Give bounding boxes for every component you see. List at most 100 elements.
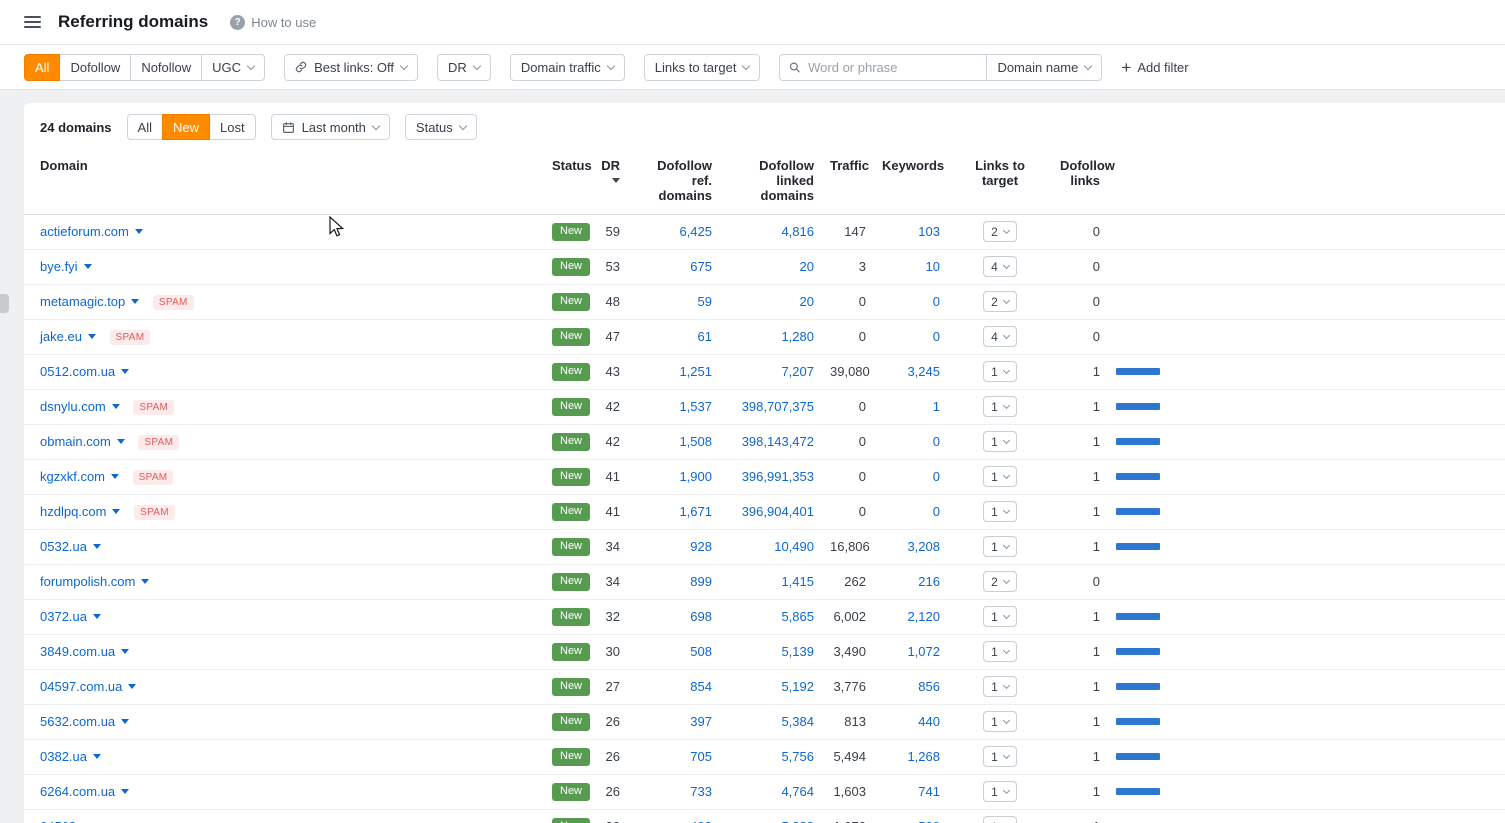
dofollow-ref-domains-link[interactable]: 1,537 (679, 399, 712, 414)
keywords-link[interactable]: 741 (918, 784, 940, 799)
dofollow-ref-domains-link[interactable]: 854 (690, 679, 712, 694)
links-to-target-select[interactable]: 1 (983, 501, 1017, 523)
domain-link[interactable]: 0382.ua (40, 749, 101, 764)
dofollow-ref-domains-link[interactable]: 675 (690, 259, 712, 274)
header-dofollow-links[interactable]: Dofollow links (1052, 151, 1115, 215)
header-dofollow-linked-domains[interactable]: Dofollow linked domains (720, 151, 822, 215)
domain-link[interactable]: 6264.com.ua (40, 784, 130, 799)
toggle-all-button[interactable]: All (126, 114, 163, 140)
header-dofollow-ref-domains[interactable]: Dofollow ref. domains (628, 151, 720, 215)
header-dr[interactable]: DR (590, 151, 628, 215)
header-links-to-target[interactable]: Links to target (948, 151, 1052, 215)
dofollow-ref-domains-link[interactable]: 59 (698, 294, 712, 309)
links-to-target-select[interactable]: 1 (983, 676, 1017, 698)
keywords-link[interactable]: 10 (926, 259, 940, 274)
dofollow-ref-domains-link[interactable]: 61 (698, 329, 712, 344)
add-filter-button[interactable]: + Add filter (1121, 59, 1188, 76)
links-to-target-select[interactable]: 1 (983, 431, 1017, 453)
keywords-link[interactable]: 2,120 (907, 609, 940, 624)
dofollow-linked-domains-link[interactable]: 398,707,375 (742, 399, 814, 414)
keywords-link[interactable]: 440 (918, 714, 940, 729)
dofollow-ref-domains-link[interactable]: 928 (690, 539, 712, 554)
dr-filter-dropdown[interactable]: DR (437, 53, 491, 81)
links-to-target-select[interactable]: 1 (983, 536, 1017, 558)
keywords-link[interactable]: 1,072 (907, 644, 940, 659)
dofollow-linked-domains-link[interactable]: 20 (800, 294, 814, 309)
links-to-target-select[interactable]: 1 (983, 816, 1017, 823)
best-links-dropdown[interactable]: Best links: Off (284, 53, 419, 81)
toggle-lost-button[interactable]: Lost (209, 114, 256, 140)
dofollow-ref-domains-link[interactable]: 492 (690, 819, 712, 823)
toggle-new-button[interactable]: New (161, 114, 210, 140)
links-to-target-select[interactable]: 2 (983, 571, 1017, 593)
domain-link[interactable]: 04563.com.ua (40, 819, 136, 823)
dofollow-linked-domains-link[interactable]: 10,490 (774, 539, 814, 554)
domain-link[interactable]: dsnylu.com (40, 399, 120, 414)
domain-link[interactable]: forumpolish.com (40, 574, 150, 589)
header-domain[interactable]: Domain (24, 151, 544, 215)
hamburger-menu-icon[interactable] (24, 16, 41, 28)
domain-link[interactable]: 04597.com.ua (40, 679, 137, 694)
links-to-target-select[interactable]: 1 (983, 361, 1017, 383)
keywords-link[interactable]: 580 (918, 819, 940, 823)
dofollow-linked-domains-link[interactable]: 5,139 (781, 644, 814, 659)
dofollow-ref-domains-link[interactable]: 1,251 (679, 364, 712, 379)
links-to-target-select[interactable]: 1 (983, 606, 1017, 628)
dofollow-ref-domains-link[interactable]: 698 (690, 609, 712, 624)
keywords-link[interactable]: 856 (918, 679, 940, 694)
links-to-target-filter-dropdown[interactable]: Links to target (643, 53, 761, 81)
links-to-target-select[interactable]: 1 (983, 466, 1017, 488)
dofollow-linked-domains-link[interactable]: 396,904,401 (742, 504, 814, 519)
keywords-link[interactable]: 216 (918, 574, 940, 589)
dofollow-linked-domains-link[interactable]: 5,756 (781, 749, 814, 764)
keywords-link[interactable]: 0 (933, 329, 940, 344)
how-to-use-link[interactable]: ? How to use (230, 14, 316, 30)
domain-link[interactable]: 3849.com.ua (40, 644, 130, 659)
domain-traffic-filter-dropdown[interactable]: Domain traffic (509, 53, 625, 81)
domain-link[interactable]: actieforum.com (40, 224, 143, 239)
dofollow-linked-domains-link[interactable]: 5,388 (781, 819, 814, 823)
dofollow-linked-domains-link[interactable]: 1,415 (781, 574, 814, 589)
domain-link[interactable]: metamagic.top (40, 294, 140, 309)
dofollow-ref-domains-link[interactable]: 733 (690, 784, 712, 799)
links-to-target-select[interactable]: 1 (983, 746, 1017, 768)
dofollow-linked-domains-link[interactable]: 5,384 (781, 714, 814, 729)
dofollow-linked-domains-link[interactable]: 398,143,472 (742, 434, 814, 449)
scrollbar-thumb[interactable] (0, 294, 9, 313)
dofollow-linked-domains-link[interactable]: 1,280 (781, 329, 814, 344)
links-to-target-select[interactable]: 1 (983, 711, 1017, 733)
links-to-target-select[interactable]: 1 (983, 396, 1017, 418)
links-to-target-select[interactable]: 4 (983, 326, 1017, 348)
links-to-target-select[interactable]: 1 (983, 641, 1017, 663)
dofollow-ref-domains-link[interactable]: 1,508 (679, 434, 712, 449)
dofollow-linked-domains-link[interactable]: 5,865 (781, 609, 814, 624)
search-input[interactable] (808, 59, 978, 75)
links-to-target-select[interactable]: 4 (983, 256, 1017, 278)
dofollow-ref-domains-link[interactable]: 1,900 (679, 469, 712, 484)
links-to-target-select[interactable]: 2 (983, 291, 1017, 313)
domain-link[interactable]: hzdlpq.com (40, 504, 121, 519)
dofollow-linked-domains-link[interactable]: 5,192 (781, 679, 814, 694)
filter-dofollow-button[interactable]: Dofollow (59, 53, 132, 81)
domain-link[interactable]: 5632.com.ua (40, 714, 130, 729)
keywords-link[interactable]: 0 (933, 504, 940, 519)
keywords-link[interactable]: 0 (933, 294, 940, 309)
dofollow-linked-domains-link[interactable]: 4,764 (781, 784, 814, 799)
domain-link[interactable]: 0512.com.ua (40, 364, 130, 379)
dofollow-ref-domains-link[interactable]: 899 (690, 574, 712, 589)
dofollow-linked-domains-link[interactable]: 20 (800, 259, 814, 274)
keywords-link[interactable]: 0 (933, 434, 940, 449)
domain-link[interactable]: obmain.com (40, 434, 125, 449)
dofollow-ref-domains-link[interactable]: 6,425 (679, 224, 712, 239)
filter-ugc-dropdown[interactable]: UGC (201, 53, 266, 81)
links-to-target-select[interactable]: 1 (983, 781, 1017, 803)
filter-all-button[interactable]: All (24, 53, 61, 81)
domain-link[interactable]: 0532.ua (40, 539, 101, 554)
keywords-link[interactable]: 0 (933, 469, 940, 484)
keywords-link[interactable]: 1,268 (907, 749, 940, 764)
dofollow-ref-domains-link[interactable]: 397 (690, 714, 712, 729)
keywords-link[interactable]: 1 (933, 399, 940, 414)
dofollow-ref-domains-link[interactable]: 508 (690, 644, 712, 659)
domain-link[interactable]: bye.fyi (40, 259, 92, 274)
keywords-link[interactable]: 103 (918, 224, 940, 239)
